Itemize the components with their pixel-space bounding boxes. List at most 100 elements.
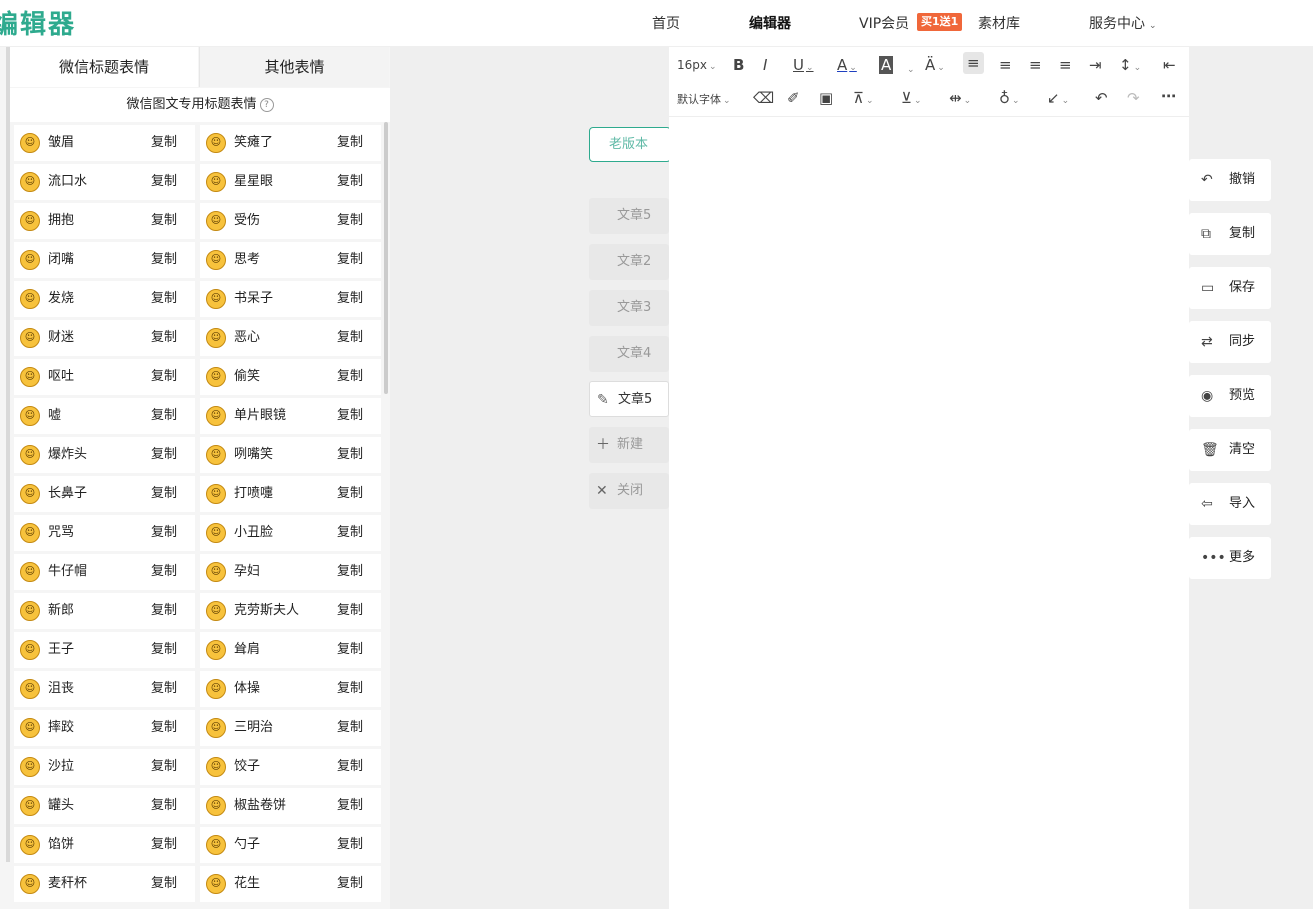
copy-button[interactable]: ⧉ 复制 — [1189, 213, 1271, 255]
copy-emoji-button[interactable]: 复制 — [337, 437, 363, 473]
copy-emoji-button[interactable]: 复制 — [337, 476, 363, 512]
tab-other-emoji[interactable]: 其他表情 — [199, 47, 389, 87]
copy-emoji-button[interactable]: 复制 — [337, 320, 363, 356]
editor-toolbar: 16px ⌄ B I U ⌄ A ⌄ A ⌄ Ä ⌄ ≡ ≡ ≡ ≡ ⇥ ↕ ⌄ ⇤ 默认… — [669, 47, 1189, 117]
font-size-select[interactable]: 16px ⌄ — [677, 58, 717, 72]
copy-emoji-button[interactable]: 复制 — [337, 788, 363, 824]
paragraph-spacing-after-icon[interactable]: ⊻ ⌄ — [901, 89, 922, 107]
copy-emoji-button[interactable]: 复制 — [337, 749, 363, 785]
article-tab[interactable]: 文章5 — [589, 198, 669, 234]
copy-emoji-button[interactable]: 复制 — [151, 437, 177, 473]
align-center-icon[interactable]: ≡ — [999, 56, 1012, 74]
more-icon[interactable]: ⋯ — [1161, 87, 1176, 105]
preview-button[interactable]: ◉ 预览 — [1189, 375, 1271, 417]
nav-materials[interactable]: 素材库 — [978, 13, 1020, 33]
copy-emoji-button[interactable]: 复制 — [151, 866, 177, 902]
format-painter-icon[interactable]: ✐ — [787, 89, 800, 107]
copy-emoji-button[interactable]: 复制 — [151, 671, 177, 707]
copy-emoji-button[interactable]: 复制 — [337, 203, 363, 239]
old-version-button[interactable]: 老版本 — [589, 127, 671, 162]
import-button[interactable]: ⇦ 导入 — [1189, 483, 1271, 525]
copy-emoji-button[interactable]: 复制 — [151, 554, 177, 590]
copy-emoji-button[interactable]: 复制 — [151, 359, 177, 395]
copy-emoji-button[interactable]: 复制 — [151, 281, 177, 317]
copy-emoji-button[interactable]: 复制 — [151, 749, 177, 785]
copy-emoji-button[interactable]: 复制 — [337, 125, 363, 161]
copy-emoji-button[interactable]: 复制 — [151, 125, 177, 161]
clear-button[interactable]: 🗑 清空 — [1189, 429, 1271, 471]
copy-emoji-button[interactable]: 复制 — [151, 203, 177, 239]
panel-scrollbar[interactable] — [384, 122, 388, 394]
background-color-icon[interactable]: A — [879, 56, 894, 74]
copy-emoji-button[interactable]: 复制 — [151, 788, 177, 824]
copy-emoji-button[interactable]: 复制 — [151, 632, 177, 668]
insert-arrow-icon[interactable]: ↙ ⌄ — [1047, 89, 1069, 107]
copy-emoji-button[interactable]: 复制 — [337, 593, 363, 629]
copy-emoji-button[interactable]: 复制 — [151, 827, 177, 863]
nav-home[interactable]: 首页 — [652, 13, 680, 33]
copy-emoji-button[interactable]: 复制 — [151, 515, 177, 551]
editor-area[interactable]: 16px ⌄ B I U ⌄ A ⌄ A ⌄ Ä ⌄ ≡ ≡ ≡ ≡ ⇥ ↕ ⌄ ⇤ 默认… — [669, 47, 1189, 909]
copy-emoji-button[interactable]: 复制 — [337, 710, 363, 746]
copy-emoji-button[interactable]: 复制 — [151, 710, 177, 746]
emoji-item: ☺ 馅饼 复制 — [14, 827, 195, 863]
copy-emoji-button[interactable]: 复制 — [337, 866, 363, 902]
copy-emoji-button[interactable]: 复制 — [337, 554, 363, 590]
copy-emoji-button[interactable]: 复制 — [337, 281, 363, 317]
copy-emoji-button[interactable]: 复制 — [151, 164, 177, 200]
new-article-button[interactable]: ＋ 新建 — [589, 427, 669, 463]
nav-vip[interactable]: VIP会员 — [859, 13, 909, 33]
align-right-icon[interactable]: ≡ — [1029, 56, 1042, 74]
copy-emoji-button[interactable]: 复制 — [151, 593, 177, 629]
article-tab[interactable]: 文章3 — [589, 290, 669, 326]
nav-editor[interactable]: 编辑器 — [749, 13, 791, 33]
article-tab-current[interactable]: ✎ 文章5 — [589, 381, 669, 417]
emoji-name: 体操 — [234, 681, 261, 696]
indent-icon[interactable]: ⇥ — [1089, 56, 1102, 74]
more-icon: ••• — [1201, 550, 1226, 566]
underline-icon[interactable]: U ⌄ — [793, 56, 814, 74]
copy-emoji-button[interactable]: 复制 — [337, 164, 363, 200]
paragraph-spacing-before-icon[interactable]: ⊼ ⌄ — [853, 89, 874, 107]
save-button[interactable]: ▭ 保存 — [1189, 267, 1271, 309]
copy-emoji-button[interactable]: 复制 — [337, 515, 363, 551]
letter-spacing-icon[interactable]: ⇹ ⌄ — [949, 89, 971, 107]
help-icon[interactable]: ? — [259, 97, 274, 112]
line-height-icon[interactable]: ↕ ⌄ — [1119, 56, 1141, 74]
lightbulb-icon[interactable]: ♁ ⌄ — [999, 89, 1020, 107]
nav-service[interactable]: 服务中心 ⌄ — [1089, 13, 1157, 33]
copy-emoji-button[interactable]: 复制 — [337, 398, 363, 434]
redo-icon[interactable]: ↷ — [1127, 89, 1140, 107]
font-family-select[interactable]: 默认字体 ⌄ — [677, 91, 731, 107]
bold-icon[interactable]: B — [733, 56, 744, 74]
article-tab[interactable]: 文章4 — [589, 336, 669, 372]
undo-button[interactable]: ↶ 撤销 — [1189, 159, 1271, 201]
copy-emoji-button[interactable]: 复制 — [151, 242, 177, 278]
copy-emoji-button[interactable]: 复制 — [151, 398, 177, 434]
copy-emoji-button[interactable]: 复制 — [151, 320, 177, 356]
exit-icon[interactable]: ⇤ — [1163, 56, 1176, 74]
align-justify-icon[interactable]: ≡ — [1059, 56, 1072, 74]
close-article-button[interactable]: ✕ 关闭 — [589, 473, 669, 509]
copy-emoji-button[interactable]: 复制 — [337, 242, 363, 278]
align-left-icon[interactable]: ≡ — [963, 52, 984, 74]
sync-button[interactable]: ⇄ 同步 — [1189, 321, 1271, 363]
image-icon[interactable]: ▣ — [819, 89, 833, 107]
copy-emoji-button[interactable]: 复制 — [337, 359, 363, 395]
italic-icon[interactable]: I — [763, 56, 767, 74]
copy-emoji-button[interactable]: 复制 — [151, 476, 177, 512]
article-tab[interactable]: 文章2 — [589, 244, 669, 280]
emoji-name: 笑瘫了 — [234, 135, 274, 150]
more-button[interactable]: ••• 更多 — [1189, 537, 1271, 579]
eraser-icon[interactable]: ⌫ — [753, 89, 774, 107]
chevron-down-icon[interactable]: ⌄ — [905, 58, 915, 76]
font-color-icon[interactable]: A ⌄ — [837, 56, 857, 74]
copy-emoji-button[interactable]: 复制 — [337, 632, 363, 668]
emoji-name: 打喷嚏 — [234, 486, 274, 501]
copy-emoji-button[interactable]: 复制 — [337, 671, 363, 707]
site-logo[interactable]: 编辑器 — [0, 4, 76, 41]
tab-wechat-emoji[interactable]: 微信标题表情 — [10, 47, 198, 87]
copy-emoji-button[interactable]: 复制 — [337, 827, 363, 863]
text-effect-icon[interactable]: Ä ⌄ — [925, 56, 945, 74]
undo-icon[interactable]: ↶ — [1095, 89, 1108, 107]
